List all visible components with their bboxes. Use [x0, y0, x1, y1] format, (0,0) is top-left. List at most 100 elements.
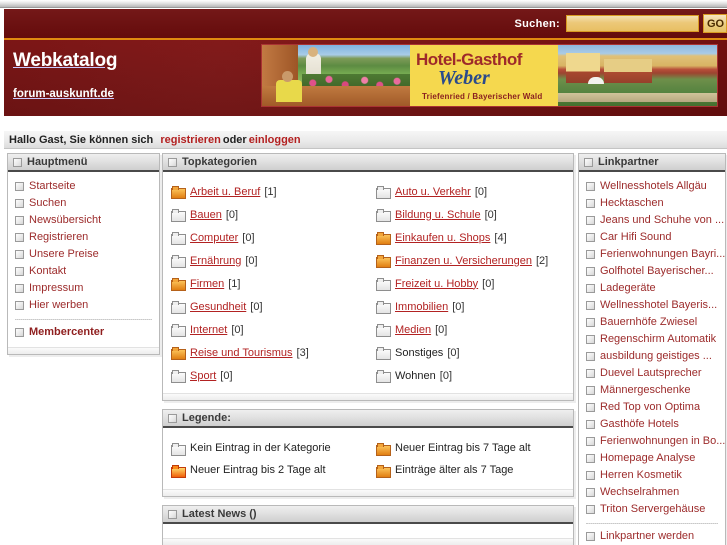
category-link[interactable]: Firmen: [190, 278, 224, 290]
panel-header-legende: Legende:: [163, 410, 573, 428]
category-link[interactable]: Sport: [190, 370, 216, 382]
category-link[interactable]: Arbeit u. Beruf: [190, 186, 260, 198]
category-row[interactable]: Gesundheit [0]: [171, 295, 368, 318]
window-top-strip: [0, 0, 727, 8]
category-count: [0]: [231, 323, 244, 336]
linkpartner-item-triton-servergehaeuse[interactable]: Triton Servergehäuse: [579, 501, 725, 518]
folder-hot-icon: [171, 464, 186, 478]
linkpartner-item-regenschirm-automatik[interactable]: Regenschirm Automatik: [579, 331, 725, 348]
linkpartner-item-bauernhoefe-zwiesel[interactable]: Bauernhöfe Zwiesel: [579, 314, 725, 331]
sidebar-item-membercenter[interactable]: Membercenter: [8, 324, 159, 341]
login-link[interactable]: einloggen: [249, 134, 301, 146]
category-row[interactable]: Sport [0]: [171, 364, 368, 387]
category-link[interactable]: Finanzen u. Versicherungen: [395, 255, 532, 267]
folder-full-icon: [171, 347, 186, 360]
search-go-button[interactable]: GO: [703, 14, 727, 33]
sidebar-item-startseite[interactable]: Startseite: [8, 178, 159, 195]
sidebar-item-newsuebersicht[interactable]: Newsübersicht: [8, 212, 159, 229]
linkpartner-item-jeans-und-schuhe[interactable]: Jeans und Schuhe von ...: [579, 212, 725, 229]
sidebar-item-hier-werben[interactable]: Hier werben: [8, 297, 159, 314]
category-row[interactable]: Internet [0]: [171, 318, 368, 341]
advertisement-banner[interactable]: Hotel-Gasthof Weber Triefenried / Bayeri…: [261, 44, 718, 107]
category-row[interactable]: Auto u. Verkehr [0]: [376, 180, 573, 203]
sidebar-item-kontakt[interactable]: Kontakt: [8, 263, 159, 280]
site-title-link[interactable]: Webkatalog: [13, 50, 117, 72]
linkpartner-item-ferienwohnungen-in-bo[interactable]: Ferienwohnungen in Bo...: [579, 433, 725, 450]
legend-label: Neuer Eintrag bis 2 Tage alt: [190, 464, 326, 476]
category-link[interactable]: Ernährung: [190, 255, 241, 267]
linkpartner-item-wechselrahmen[interactable]: Wechselrahmen: [579, 484, 725, 501]
panel-bullet-icon: [584, 157, 593, 167]
category-link[interactable]: Freizeit u. Hobby: [395, 278, 478, 290]
category-link[interactable]: Immobilien: [395, 301, 448, 313]
category-link[interactable]: Auto u. Verkehr: [395, 186, 471, 198]
category-row[interactable]: Computer [0]: [171, 226, 368, 249]
category-row[interactable]: Ernährung [0]: [171, 249, 368, 272]
panel-bullet-icon: [168, 509, 177, 519]
category-link[interactable]: Bauen: [190, 209, 222, 221]
category-link[interactable]: Gesundheit: [190, 301, 246, 313]
category-link[interactable]: Bildung u. Schule: [395, 209, 481, 221]
linkpartner-item-hecktaschen[interactable]: Hecktaschen: [579, 195, 725, 212]
bullet-icon: [586, 318, 595, 327]
category-grid: Arbeit u. Beruf [1] Bauen [0] Computer […: [163, 178, 573, 387]
linkpartner-label: Duevel Lautsprecher: [600, 367, 702, 379]
sidebar-item-unsere-preise[interactable]: Unsere Preise: [8, 246, 159, 263]
linkpartner-item-car-hifi-sound[interactable]: Car Hifi Sound: [579, 229, 725, 246]
linkpartner-item-ferienwohnungen-bayri[interactable]: Ferienwohnungen Bayri...: [579, 246, 725, 263]
panel-body-topkategorien: Arbeit u. Beruf [1] Bauen [0] Computer […: [163, 172, 573, 393]
category-row[interactable]: Arbeit u. Beruf [1]: [171, 180, 368, 203]
register-link[interactable]: registrieren: [160, 134, 221, 146]
folder-empty-icon: [376, 370, 391, 383]
linkpartner-item-maennergeschenke[interactable]: Männergeschenke: [579, 382, 725, 399]
site-domain-link[interactable]: forum-auskunft.de: [13, 88, 114, 100]
category-count: [0]: [452, 300, 465, 313]
category-link[interactable]: Medien: [395, 324, 431, 336]
category-link[interactable]: Computer: [190, 232, 238, 244]
linkpartner-item-linkpartner-werden[interactable]: Linkpartner werden: [579, 528, 725, 545]
category-row[interactable]: Bauen [0]: [171, 203, 368, 226]
category-row[interactable]: Einkaufen u. Shops [4]: [376, 226, 573, 249]
folder-full-icon: [376, 232, 391, 245]
linkpartner-item-wellnesshotels-allgaeu[interactable]: Wellnesshotels Allgäu: [579, 178, 725, 195]
linkpartner-item-duevel-lautsprecher[interactable]: Duevel Lautsprecher: [579, 365, 725, 382]
sidebar-item-suchen[interactable]: Suchen: [8, 195, 159, 212]
category-row[interactable]: Finanzen u. Versicherungen [2]: [376, 249, 573, 272]
linkpartner-item-herren-kosmetik[interactable]: Herren Kosmetik: [579, 467, 725, 484]
search-input[interactable]: [566, 15, 699, 32]
bullet-icon: [586, 454, 595, 463]
category-row[interactable]: Immobilien [0]: [376, 295, 573, 318]
linkpartner-item-homepage-analyse[interactable]: Homepage Analyse: [579, 450, 725, 467]
sidebar-item-registrieren[interactable]: Registrieren: [8, 229, 159, 246]
bullet-icon: [586, 284, 595, 293]
linkpartner-item-red-top-von-optima[interactable]: Red Top von Optima: [579, 399, 725, 416]
category-row[interactable]: Medien [0]: [376, 318, 573, 341]
category-count: [0]: [242, 231, 255, 244]
panel-header-linkpartner: Linkpartner: [579, 154, 725, 172]
category-link[interactable]: Einkaufen u. Shops: [395, 232, 490, 244]
panel-footer-latest-news: [163, 538, 573, 545]
linkpartner-item-golfhotel-bayerischer[interactable]: Golfhotel Bayerischer...: [579, 263, 725, 280]
legend-row: Einträge älter als 7 Tage: [376, 459, 573, 481]
content-columns: Hauptmenü Startseite Suchen Newsübersich…: [0, 153, 727, 545]
folder-empty-icon: [171, 232, 186, 245]
linkpartner-item-wellnesshotel-bayeris[interactable]: Wellnesshotel Bayeris...: [579, 297, 725, 314]
folder-full-icon: [376, 464, 391, 478]
linkpartner-item-gasthoefe-hotels[interactable]: Gasthöfe Hotels: [579, 416, 725, 433]
linkpartner-item-ausbildung-geistiges[interactable]: ausbildung geistiges ...: [579, 348, 725, 365]
category-row[interactable]: Reise und Tourismus [3]: [171, 341, 368, 364]
category-link[interactable]: Reise und Tourismus: [190, 347, 293, 359]
linkpartner-item-ladegeraete[interactable]: Ladegeräte: [579, 280, 725, 297]
banner-building-right: [604, 59, 652, 83]
bullet-icon: [586, 267, 595, 276]
category-row[interactable]: Bildung u. Schule [0]: [376, 203, 573, 226]
sidebar-item-impressum[interactable]: Impressum: [8, 280, 159, 297]
legend-grid: Kein Eintrag in der Kategorie Neuer Eint…: [163, 434, 573, 483]
category-row[interactable]: Freizeit u. Hobby [0]: [376, 272, 573, 295]
folder-empty-icon: [376, 186, 391, 199]
category-link[interactable]: Internet: [190, 324, 227, 336]
banner-parasol: [588, 77, 604, 84]
panel-title: Hauptmenü: [27, 156, 88, 168]
category-row[interactable]: Firmen [1]: [171, 272, 368, 295]
sidebar-item-label: Kontakt: [29, 265, 67, 277]
